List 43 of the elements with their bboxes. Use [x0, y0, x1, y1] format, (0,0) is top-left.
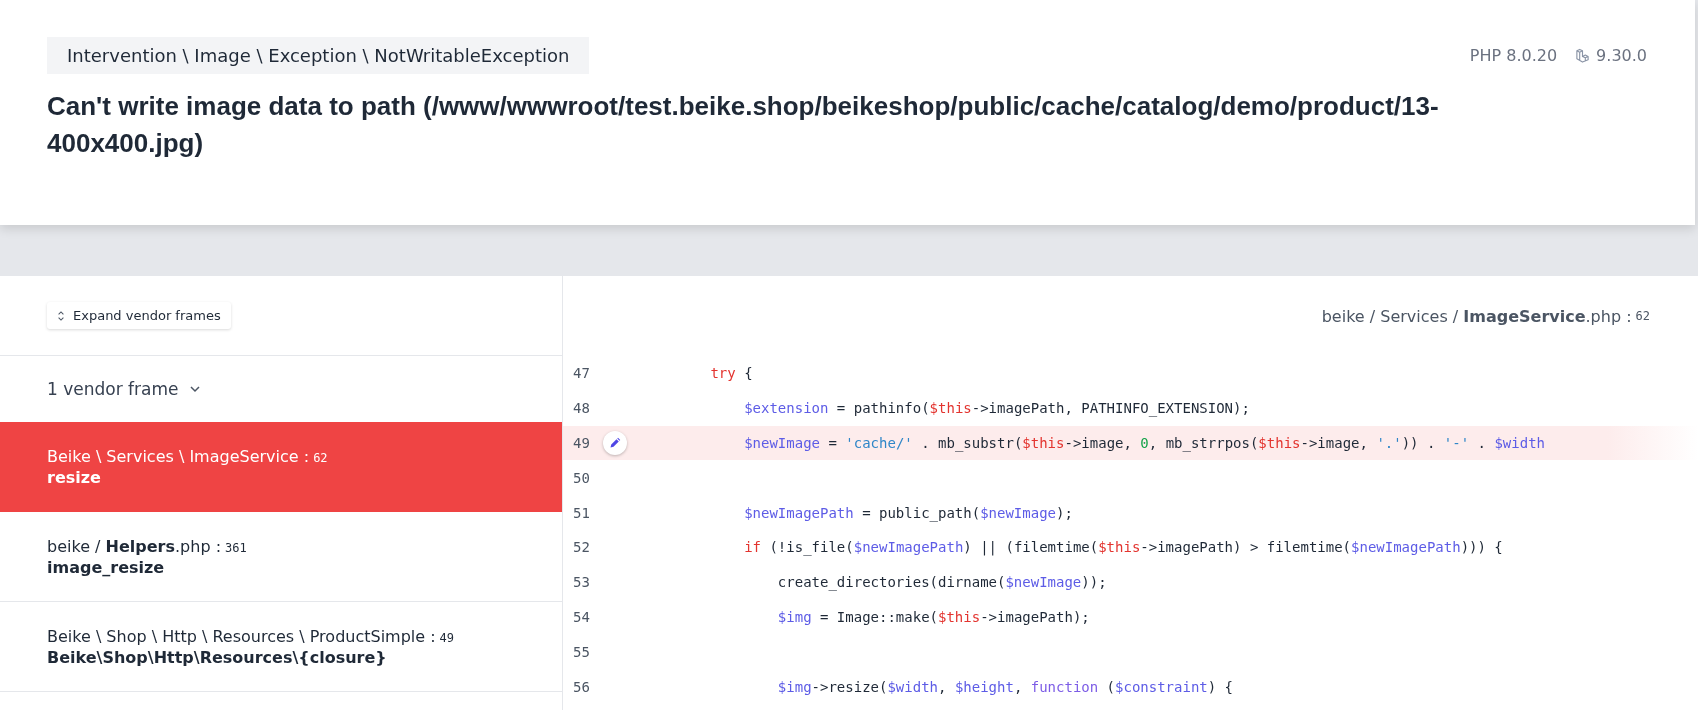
stack-frame[interactable]: beike / Helpers.php : 361 image_resize	[0, 512, 562, 602]
line-number: 51	[572, 504, 591, 521]
line-number: 47	[572, 365, 591, 382]
frame-line-number: 361	[225, 540, 247, 555]
frame-location: beike / Helpers.php :	[47, 536, 221, 556]
line-number: 55	[572, 643, 591, 660]
pencil-icon	[609, 437, 621, 449]
edit-button[interactable]	[603, 431, 627, 455]
file-line-number: 62	[1635, 309, 1650, 323]
line-number: 49	[572, 435, 591, 451]
frame-line-number: 62	[313, 450, 328, 465]
line-number: 53	[572, 574, 591, 591]
cube-stack-icon	[1575, 48, 1591, 63]
chevron-down-icon	[188, 383, 201, 395]
exception-class: Intervention \ Image \ Exception \ NotWritableException	[47, 37, 590, 74]
php-version: PHP 8.0.20	[1469, 46, 1558, 65]
error-message: Can't write image data to path (/www/wwwroot/test.beike.shop/beikeshop/public/cache/catalog/demo/product/13-400x400.jpg)	[47, 90, 1440, 160]
code-text: try {	[709, 365, 753, 382]
code-text: $img = Image::make($this->imagePath);	[776, 608, 1090, 625]
frame-method: Beike\Shop\Http\Resources\{closure}	[47, 647, 388, 667]
line-number: 56	[572, 678, 591, 695]
file-path: beike / Services / ImageService.php :	[1321, 306, 1632, 326]
frame-method: image_resize	[47, 557, 166, 577]
frame-line-number: 49	[439, 630, 455, 645]
frame-location: Beike \ Services \ ImageService :	[47, 446, 310, 466]
laravel-version: 9.30.0	[1596, 46, 1647, 65]
stack-frame[interactable]: Beike \ Shop \ Http \ Resources \ ProductSimple : 49 Beike\Shop\Http\Resources\{closure}	[0, 602, 562, 692]
frame-location: Beike \ Shop \ Http \ Resources \ ProductSimple :	[47, 626, 436, 646]
frame-method: resize	[47, 467, 102, 487]
line-number: 52	[572, 539, 591, 556]
code-text: create_directories(dirname($newImage));	[776, 574, 1107, 591]
code-text: $newImage = 'cache/' . mb_substr($this->image, 0, mb_strrpos($this->image, '.')) . '-' . $width	[743, 435, 1545, 451]
line-number: 48	[572, 400, 591, 417]
stack-frame[interactable]: Beike \ Services \ ImageService : 62 resize	[0, 422, 562, 512]
code-text: $extension = pathinfo($this->imagePath, PATHINFO_EXTENSION);	[743, 400, 1250, 417]
vendor-frame-toggle[interactable]: 1 vendor frame	[0, 356, 562, 422]
line-number: 54	[572, 608, 591, 625]
code-text: $newImagePath = public_path($newImage);	[743, 504, 1073, 521]
chevron-up-down-icon	[57, 309, 65, 322]
code-text: if (!is_file($newImagePath) || (filemtime($this->imagePath) > filemtime($newImagePath))) {	[743, 539, 1503, 556]
expand-vendor-frames-button[interactable]: Expand vendor frames	[47, 302, 231, 329]
code-text: $img->resize($width, $height, function ($constraint) {	[776, 678, 1234, 695]
line-number: 50	[572, 469, 591, 486]
